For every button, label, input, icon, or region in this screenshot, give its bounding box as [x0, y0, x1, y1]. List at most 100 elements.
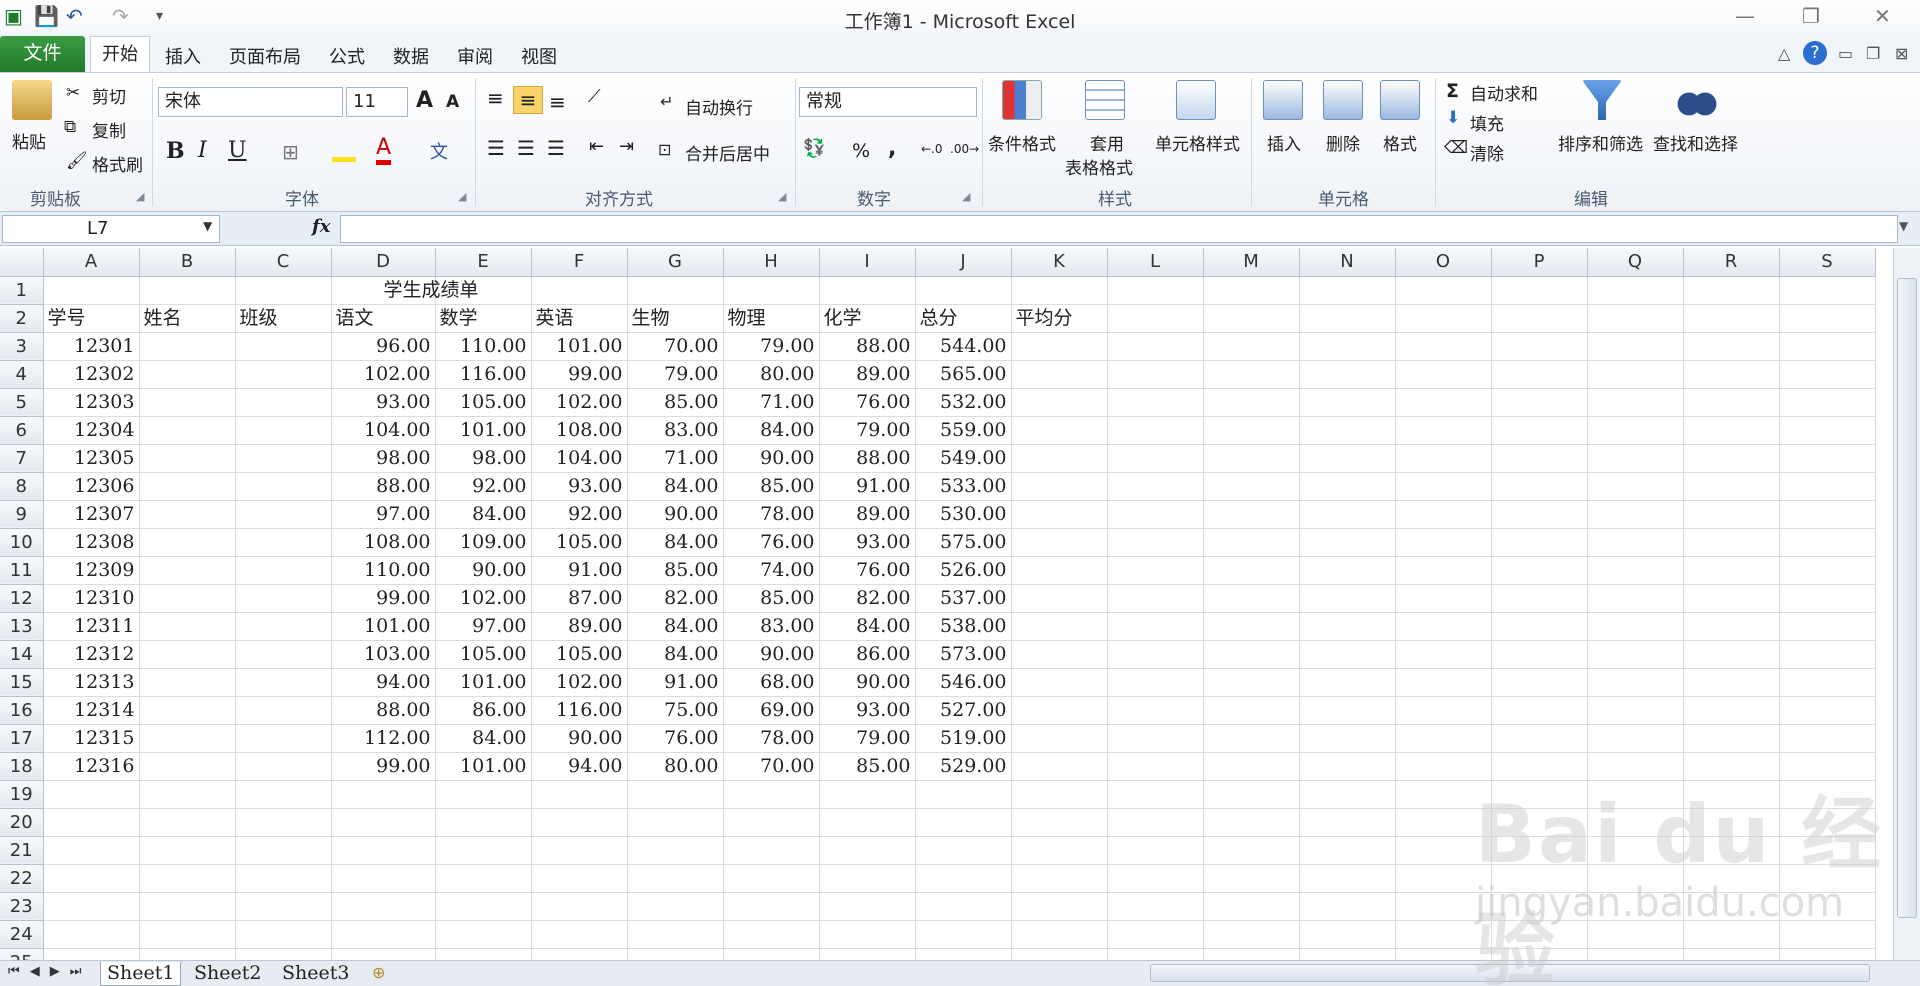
cell[interactable]: 537.00 — [915, 584, 1012, 613]
clear-button[interactable]: 清除 — [1470, 140, 1504, 165]
cell[interactable]: 99.00 — [331, 584, 436, 613]
cell[interactable]: 84.00 — [723, 416, 820, 445]
cell[interactable]: 101.00 — [435, 668, 532, 697]
cell[interactable] — [1683, 360, 1780, 389]
cell[interactable]: 12305 — [43, 444, 140, 473]
cell[interactable] — [43, 808, 140, 837]
tab-view[interactable]: 视图 — [521, 43, 557, 69]
cell[interactable] — [331, 864, 436, 893]
cell[interactable] — [1107, 724, 1204, 753]
row-header[interactable]: 8 — [0, 472, 44, 501]
cell[interactable] — [1491, 500, 1588, 529]
cell[interactable] — [1683, 332, 1780, 361]
italic-button[interactable]: I — [198, 138, 207, 163]
clipboard-launcher-icon[interactable]: ◢ — [136, 190, 144, 203]
cell[interactable]: 12314 — [43, 696, 140, 725]
cell[interactable]: 12311 — [43, 612, 140, 641]
delete-cells-icon[interactable] — [1323, 80, 1363, 120]
cell[interactable] — [1203, 612, 1300, 641]
cell[interactable] — [627, 276, 724, 305]
cell[interactable] — [1395, 304, 1492, 333]
cell[interactable]: 84.00 — [627, 528, 724, 557]
cell[interactable]: 83.00 — [627, 416, 724, 445]
cell[interactable] — [1779, 388, 1876, 417]
cell[interactable]: 102.00 — [331, 360, 436, 389]
formula-input[interactable] — [340, 215, 1898, 243]
cell[interactable] — [1395, 668, 1492, 697]
cell[interactable] — [1587, 556, 1684, 585]
cell[interactable]: 85.00 — [819, 752, 916, 781]
cell[interactable] — [139, 752, 236, 781]
header-cell[interactable]: 学号 — [43, 304, 140, 333]
cell[interactable] — [1587, 360, 1684, 389]
cell[interactable] — [1299, 752, 1396, 781]
cell[interactable] — [331, 948, 436, 960]
cell[interactable]: 12310 — [43, 584, 140, 613]
sheet-tab-2[interactable]: Sheet2 — [188, 962, 267, 986]
cell[interactable]: 108.00 — [331, 528, 436, 557]
cell[interactable] — [235, 332, 332, 361]
cell[interactable] — [723, 836, 820, 865]
cell[interactable]: 84.00 — [435, 500, 532, 529]
wb-restore-icon[interactable]: ❐ — [1866, 44, 1880, 63]
cell[interactable] — [1107, 920, 1204, 949]
insert-function-button[interactable]: fx — [312, 216, 330, 237]
cell[interactable] — [1011, 836, 1108, 865]
cell[interactable] — [1587, 528, 1684, 557]
cell[interactable] — [1779, 500, 1876, 529]
conditional-format-button[interactable]: 条件格式 — [988, 130, 1056, 155]
cell[interactable] — [1107, 528, 1204, 557]
cell[interactable]: 78.00 — [723, 500, 820, 529]
cell[interactable]: 76.00 — [627, 724, 724, 753]
find-select-button[interactable]: 查找和选择 — [1653, 130, 1738, 155]
close-icon[interactable]: ✕ — [1874, 4, 1891, 28]
tab-data[interactable]: 数据 — [393, 43, 429, 69]
row-header[interactable]: 14 — [0, 640, 44, 669]
cell[interactable] — [1011, 276, 1108, 305]
cell[interactable]: 80.00 — [723, 360, 820, 389]
cell-styles-button[interactable]: 单元格样式 — [1155, 130, 1240, 155]
cell[interactable] — [1203, 640, 1300, 669]
row-header[interactable]: 9 — [0, 500, 44, 529]
cell[interactable] — [1011, 752, 1108, 781]
cell[interactable] — [1299, 304, 1396, 333]
cell[interactable] — [531, 276, 628, 305]
cell[interactable] — [1491, 724, 1588, 753]
copy-icon[interactable]: ⧉ — [64, 117, 76, 137]
cell[interactable]: 12302 — [43, 360, 140, 389]
cut-button[interactable]: 剪切 — [92, 83, 126, 108]
cell[interactable] — [1107, 472, 1204, 501]
cell[interactable] — [1203, 360, 1300, 389]
cell[interactable] — [531, 892, 628, 921]
cell[interactable] — [1107, 640, 1204, 669]
cell[interactable] — [1299, 948, 1396, 960]
cell[interactable]: 89.00 — [819, 360, 916, 389]
cell[interactable] — [819, 948, 916, 960]
name-box[interactable]: L7 — [2, 215, 220, 243]
cell[interactable] — [1011, 948, 1108, 960]
cell[interactable] — [1299, 864, 1396, 893]
cell[interactable] — [1299, 556, 1396, 585]
cell[interactable]: 110.00 — [331, 556, 436, 585]
insert-cells-icon[interactable] — [1263, 80, 1303, 120]
cell[interactable]: 90.00 — [531, 724, 628, 753]
cell[interactable]: 103.00 — [331, 640, 436, 669]
cell[interactable] — [1011, 696, 1108, 725]
cell[interactable]: 80.00 — [627, 752, 724, 781]
cell[interactable] — [1203, 864, 1300, 893]
cell[interactable] — [139, 780, 236, 809]
cell[interactable] — [1203, 416, 1300, 445]
row-header[interactable]: 22 — [0, 864, 44, 893]
cell[interactable]: 12304 — [43, 416, 140, 445]
cell[interactable] — [1299, 528, 1396, 557]
cell[interactable]: 71.00 — [627, 444, 724, 473]
row-header[interactable]: 21 — [0, 836, 44, 865]
row-header[interactable]: 6 — [0, 416, 44, 445]
cell[interactable] — [1011, 668, 1108, 697]
decrease-indent-icon[interactable]: ⇤ — [589, 136, 604, 157]
cell[interactable] — [235, 416, 332, 445]
cell[interactable] — [1491, 304, 1588, 333]
cell[interactable] — [1299, 444, 1396, 473]
cell[interactable] — [1203, 724, 1300, 753]
copy-button[interactable]: 复制 — [92, 117, 126, 142]
